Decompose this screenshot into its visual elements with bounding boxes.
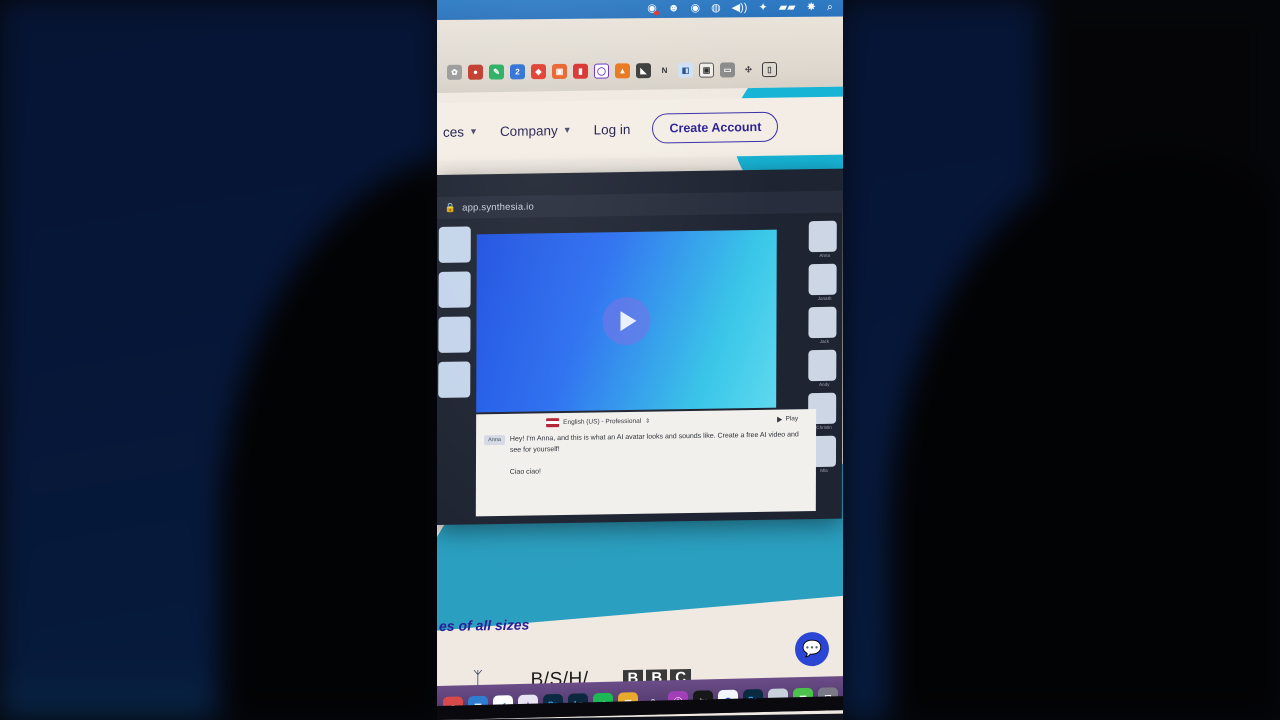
script-editor-panel: English (US) - Professional ⇕ Play Anna … [475, 409, 817, 517]
avatar-thumbnail [808, 263, 837, 296]
blue-badge-extension-icon[interactable]: 2 [510, 64, 525, 80]
avatar-list-item[interactable]: Andy [808, 349, 840, 388]
chat-bubble-icon: 💬 [802, 640, 822, 659]
template-thumbnail[interactable] [438, 226, 471, 263]
battery-icon[interactable]: ▰▰ [779, 1, 796, 13]
sidebar-extension-icon[interactable]: ▯ [762, 62, 777, 78]
script-line-2[interactable]: Ciao ciao! [510, 463, 802, 478]
screen-extension-icon[interactable]: ▣ [699, 62, 714, 78]
script-line-1[interactable]: Hey! I'm Anna, and this is what an AI av… [510, 430, 802, 456]
nav-item-company-label: Company [499, 122, 558, 139]
speaker-tag: Anna [484, 434, 505, 446]
chevron-updown-icon: ⇕ [645, 418, 651, 425]
us-flag-icon [546, 418, 560, 428]
nav-item-resources[interactable]: ces ▼ [443, 124, 478, 140]
lock-icon: 🔒 [444, 202, 457, 213]
avatar-list-item[interactable]: Anna [808, 220, 841, 259]
site-navigation: ces ▼ Company ▼ Log in Create Account [437, 96, 843, 161]
app-badge-icon[interactable]: ◉ [647, 2, 659, 15]
template-thumbnail[interactable] [438, 271, 471, 308]
lock-extension-icon[interactable]: ▮ [573, 63, 588, 79]
blurred-backdrop-left [0, 0, 440, 720]
script-play-label: Play [785, 415, 799, 423]
language-selector[interactable]: English (US) - Professional ⇕ [546, 417, 650, 428]
wifi-icon[interactable]: ✸ [807, 1, 816, 13]
app-url-bar[interactable]: 🔒 app.synthesia.io [437, 190, 843, 220]
spotlight-search-icon[interactable]: ⌕ [827, 1, 833, 13]
avatar-name: Jonath [817, 295, 832, 302]
template-sidebar [438, 226, 475, 407]
create-account-button[interactable]: Create Account [652, 111, 779, 144]
script-play-button[interactable]: Play [777, 415, 799, 423]
url-text: app.synthesia.io [462, 200, 534, 214]
center-video-frame: ◉ ☻ ◉ ◍ ◀)) ✦ ▰▰ ✸ ⌕ ✿ ● ✎ 2 ◆ ▣ ▮ ◯ ▲ ◣ [437, 0, 843, 720]
video-player[interactable] [476, 229, 777, 413]
orange-square-extension-icon[interactable]: ▣ [552, 63, 567, 79]
play-button-overlay[interactable] [602, 296, 651, 346]
chevron-down-icon: ▼ [562, 124, 572, 136]
avatar-list-item[interactable]: Jack [808, 306, 840, 345]
settings-extension-icon[interactable]: ✿ [447, 64, 462, 80]
red-pill-extension-icon[interactable]: ● [468, 64, 483, 80]
avatar-name: Andy [818, 381, 830, 388]
novo-nordisk-bull-icon: ᛉ [472, 668, 483, 688]
play-triangle-icon [620, 310, 637, 332]
purple-circle-extension-icon[interactable]: ◯ [594, 63, 609, 79]
volume-icon[interactable]: ◀)) [732, 1, 748, 13]
user-icon[interactable]: ☻ [668, 2, 680, 14]
language-label: English (US) - Professional [563, 417, 642, 427]
red-diamond-extension-icon[interactable]: ◆ [531, 64, 546, 80]
nav-item-login[interactable]: Log in [594, 121, 631, 137]
green-pen-extension-icon[interactable]: ✎ [489, 64, 504, 80]
nav-item-resources-label: ces [443, 124, 465, 140]
avatar-thumbnail [808, 349, 837, 382]
bluetooth-icon[interactable]: ✦ [758, 1, 767, 13]
clock-icon[interactable]: ◍ [711, 2, 721, 14]
puzzle-extension-icon[interactable]: ✣ [741, 62, 756, 77]
nav-item-company[interactable]: Company ▼ [499, 122, 572, 139]
chevron-down-icon: ▼ [469, 126, 478, 137]
avatar-thumbnail [808, 306, 837, 339]
record-icon[interactable]: ◉ [690, 2, 700, 14]
megaphone-extension-icon[interactable]: ◣ [636, 63, 651, 79]
fox-extension-icon[interactable]: ▲ [615, 63, 630, 79]
card-extension-icon[interactable]: ▭ [720, 62, 735, 78]
synthesia-app-window: 🔒 app.synthesia.io Anna Jonath Jack Andy… [437, 168, 843, 526]
video-stage: ◉ ☻ ◉ ◍ ◀)) ✦ ▰▰ ✸ ⌕ ✿ ● ✎ 2 ◆ ▣ ▮ ◯ ▲ ◣ [0, 0, 1280, 720]
template-thumbnail[interactable] [438, 361, 471, 398]
extension-toolbar: ✿ ● ✎ 2 ◆ ▣ ▮ ◯ ▲ ◣ N ◧ ▣ ▭ ✣ ▯ [447, 62, 777, 80]
avatar-list-item[interactable]: Jonath [808, 263, 841, 302]
browser-chrome: ✿ ● ✎ 2 ◆ ▣ ▮ ◯ ▲ ◣ N ◧ ▣ ▭ ✣ ▯ [437, 16, 843, 95]
avatar-thumbnail [808, 220, 837, 253]
chat-widget-button[interactable]: 💬 [795, 631, 829, 667]
tab-extension-icon[interactable]: ◧ [678, 62, 693, 78]
play-triangle-icon [777, 416, 783, 423]
notion-extension-icon[interactable]: N [657, 63, 672, 78]
avatar-name: Jack [819, 338, 830, 344]
template-thumbnail[interactable] [438, 316, 471, 353]
avatar-name: Anna [819, 252, 831, 258]
blurred-backdrop-right [840, 0, 1280, 720]
